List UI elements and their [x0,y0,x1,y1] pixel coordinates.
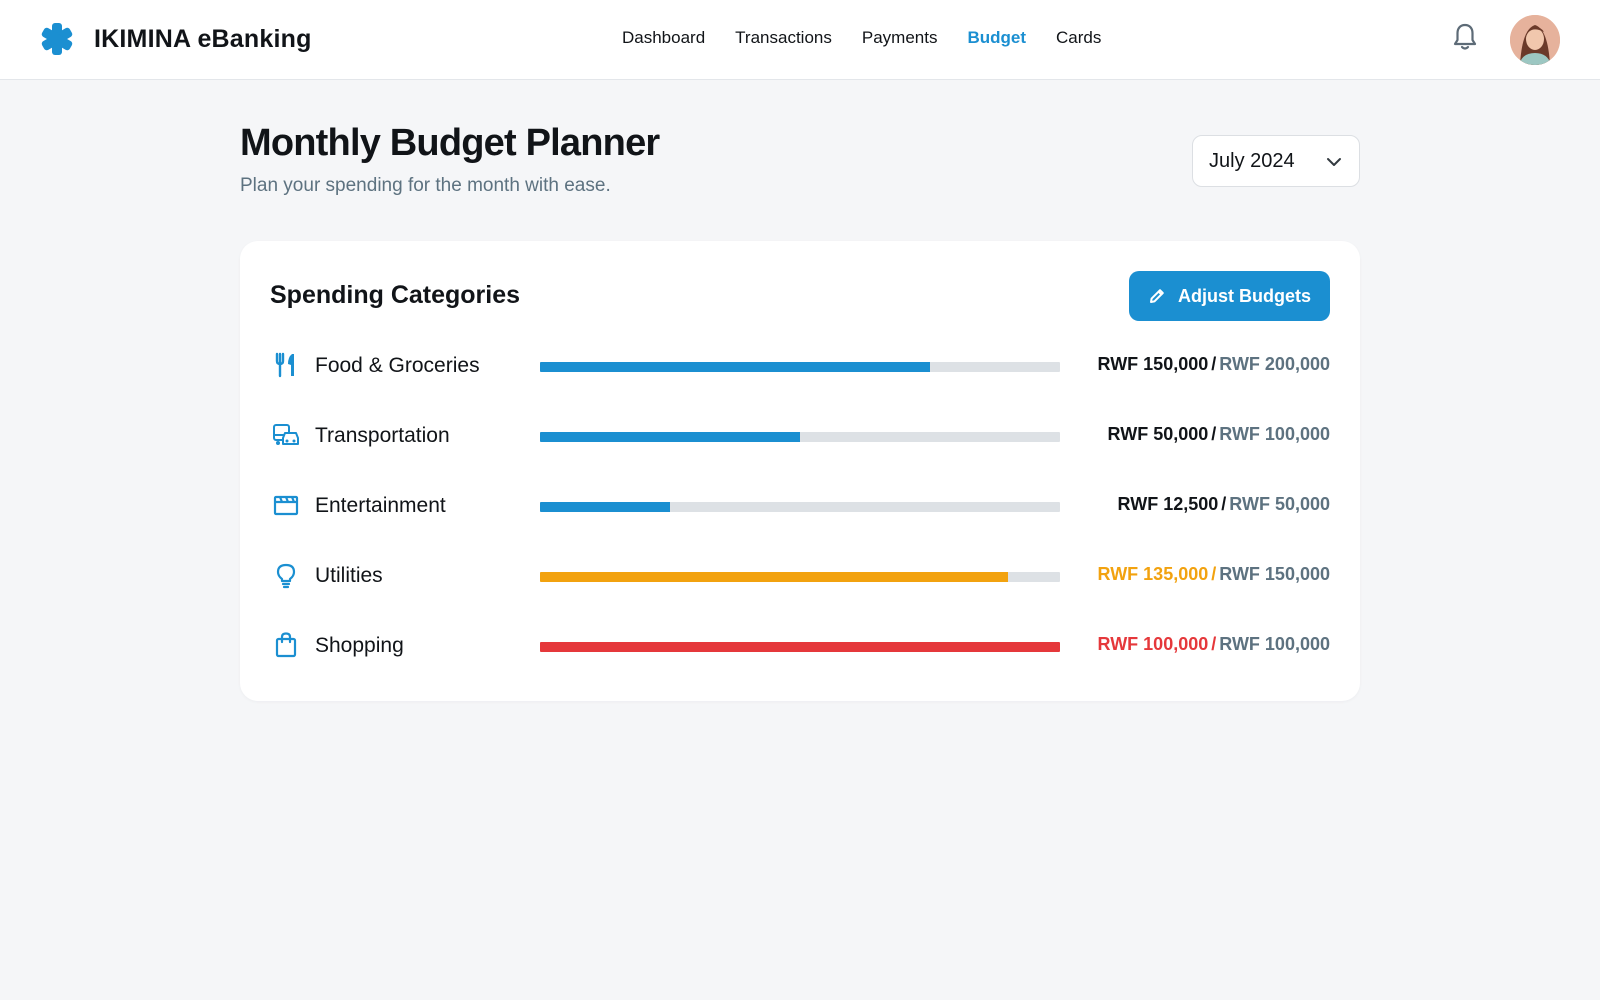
amounts: RWF 100,000/RWF 100,000 [1098,634,1330,655]
category-row-entertainment[interactable]: Entertainment RWF 12,500/RWF 50,000 [270,485,1330,525]
nav-item-transactions[interactable]: Transactions [735,28,832,48]
shopping-bag-icon [275,632,297,658]
progress-track [540,502,1060,512]
progress-track [540,362,1060,372]
progress-fill [540,572,1008,582]
amounts: RWF 150,000/RWF 200,000 [1098,354,1330,375]
spent-amount: RWF 12,500 [1117,494,1219,514]
progress-fill [540,362,930,372]
amount-separator: / [1211,564,1217,584]
asterisk-logo-icon [41,23,73,55]
brand-name: IKIMINA eBanking [94,24,312,53]
progress-fill [540,642,1060,652]
amount-separator: / [1211,354,1217,374]
spent-amount: RWF 100,000 [1097,634,1209,654]
budget-amount: RWF 50,000 [1229,494,1330,514]
budget-amount: RWF 150,000 [1219,564,1330,584]
category-label: Shopping [315,634,404,657]
progress-track [540,572,1060,582]
category-row-food[interactable]: Food & Groceries RWF 150,000/RWF 200,000 [270,345,1330,385]
amounts: RWF 12,500/RWF 50,000 [1118,494,1330,515]
spent-amount: RWF 50,000 [1107,424,1209,444]
vehicle-icon [273,424,299,445]
nav-item-cards[interactable]: Cards [1056,28,1101,48]
category-label: Entertainment [315,494,446,517]
main-nav: Dashboard Transactions Payments Budget C… [622,28,1101,48]
spent-amount: RWF 150,000 [1097,354,1209,374]
utensils-icon [275,352,294,378]
spent-amount: RWF 135,000 [1097,564,1209,584]
category-row-utilities[interactable]: Utilities RWF 135,000/RWF 150,000 [270,555,1330,595]
progress-track [540,642,1060,652]
category-label: Utilities [315,564,383,587]
amount-separator: / [1211,424,1217,444]
budget-amount: RWF 200,000 [1219,354,1330,374]
category-label: Food & Groceries [315,354,480,377]
brand[interactable]: IKIMINA eBanking [40,22,312,56]
page-title: Monthly Budget Planner [240,122,660,164]
card-title: Spending Categories [270,281,521,309]
budget-amount: RWF 100,000 [1219,424,1330,444]
progress-track [540,432,1060,442]
category-row-shopping[interactable]: Shopping RWF 100,000/RWF 100,000 [270,625,1330,665]
nav-item-budget[interactable]: Budget [967,28,1026,48]
category-row-transportation[interactable]: Transportation RWF 50,000/RWF 100,000 [270,415,1330,455]
top-bar: IKIMINA eBanking Dashboard Transactions … [0,0,1600,80]
adjust-budgets-label: Adjust Budgets [1178,285,1311,306]
amounts: RWF 50,000/RWF 100,000 [1108,424,1330,445]
clapperboard-icon [273,495,299,516]
month-select-value: July 2024 [1209,150,1295,172]
category-label: Transportation [315,424,450,447]
month-select[interactable]: July 2024 [1192,135,1360,187]
amount-separator: / [1221,494,1227,514]
pencil-icon [1150,289,1164,303]
spending-categories-card: Spending Categories Adjust Budgets Food … [240,241,1360,701]
budget-amount: RWF 100,000 [1219,634,1330,654]
adjust-budgets-button[interactable]: Adjust Budgets [1129,271,1330,321]
chevron-down-icon [1327,158,1341,166]
progress-fill [540,432,800,442]
page-subtitle: Plan your spending for the month with ea… [240,175,611,196]
progress-fill [540,502,670,512]
user-avatar-icon [1510,15,1560,65]
nav-item-payments[interactable]: Payments [862,28,938,48]
amounts: RWF 135,000/RWF 150,000 [1098,564,1330,585]
notification-bell-icon[interactable] [1452,22,1478,52]
amount-separator: / [1211,634,1217,654]
lightbulb-icon [276,563,296,589]
avatar[interactable] [1510,15,1560,65]
nav-item-dashboard[interactable]: Dashboard [622,28,705,48]
